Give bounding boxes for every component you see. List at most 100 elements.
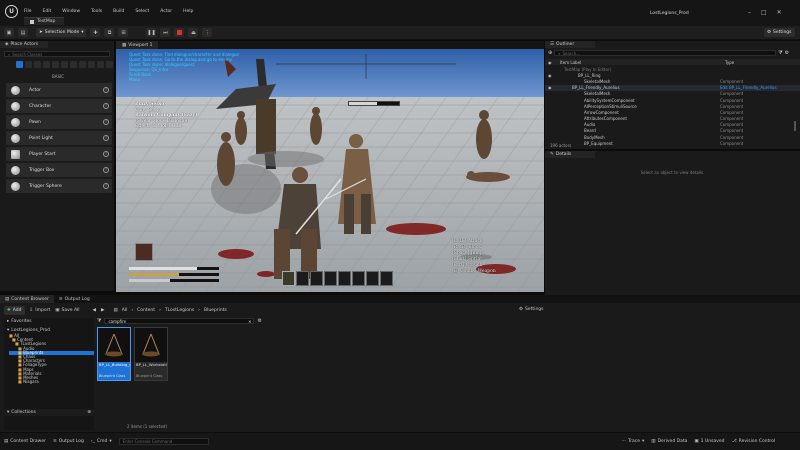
all-classes-category-icon[interactable]	[79, 61, 86, 68]
menu-window[interactable]: Window	[62, 9, 80, 14]
visual-effects-category-icon[interactable]	[52, 61, 59, 68]
outliner-settings-icon[interactable]: ⚙	[785, 50, 789, 56]
type-column[interactable]: Type	[725, 60, 734, 65]
place-pawn-item[interactable]: Pawn ?	[6, 115, 112, 129]
help-icon[interactable]: ?	[103, 87, 109, 93]
outliner-search-input[interactable]: ⌕ Search...	[554, 50, 777, 56]
maximize-icon[interactable]: □	[761, 9, 767, 16]
eye-icon[interactable]: ◉	[545, 73, 560, 78]
add-button[interactable]: ✚ Add	[4, 306, 25, 315]
cinematics-icon[interactable]: ⊞	[118, 28, 129, 37]
volumes-category-icon[interactable]	[70, 61, 77, 68]
outliner-row-selected[interactable]: ◉ BP_LL_Friendly_Aurelius Edit BP_LL_Frien…	[545, 84, 800, 91]
filter-icon[interactable]: ⧩	[97, 318, 101, 324]
save-icon[interactable]: ▣	[4, 28, 14, 37]
custom-category-icon[interactable]	[106, 61, 113, 68]
place-actor-item[interactable]: Actor ?	[6, 83, 112, 97]
menu-select[interactable]: Select	[135, 9, 149, 14]
breadcrumb-item[interactable]: All	[122, 308, 128, 313]
item-label-column[interactable]: Item Label	[560, 60, 725, 65]
forward-arrow-icon[interactable]: ▶	[101, 308, 104, 313]
place-trigger-box-item[interactable]: Trigger Box ?	[6, 163, 112, 177]
help-icon[interactable]: ?	[103, 119, 109, 125]
filter-icon[interactable]: ⧩	[778, 50, 782, 56]
favorites-header[interactable]: ▸ Favorites	[4, 318, 94, 325]
add-actor-icon[interactable]: ✚	[90, 28, 101, 37]
trace-button[interactable]: ⋯ Trace ▾	[622, 439, 645, 444]
content-browser-tab[interactable]: ▤ Content Browser	[0, 295, 54, 303]
eject-icon[interactable]: ⏏	[188, 28, 199, 37]
breadcrumb-item[interactable]: Blueprints	[204, 308, 227, 313]
selection-mode-button[interactable]: ➤ Selection Mode ▾	[36, 28, 87, 37]
content-settings-button[interactable]: ⚙ Settings	[519, 307, 544, 312]
ability-slot[interactable]	[310, 271, 323, 286]
content-drawer-button[interactable]: ▤ Content Drawer	[4, 439, 46, 444]
derived-data-button[interactable]: ▥ Derived Data	[651, 439, 687, 444]
revision-control-button[interactable]: ⎇ Revision Control	[731, 439, 775, 444]
pause-icon[interactable]: ❚❚	[146, 28, 157, 37]
help-icon[interactable]: ?	[103, 167, 109, 173]
output-log-button[interactable]: ≡ Output Log	[53, 439, 84, 444]
outliner-scrollbar[interactable]	[794, 121, 796, 131]
back-arrow-icon[interactable]: ◀	[93, 308, 96, 313]
close-icon[interactable]: ✕	[777, 9, 782, 16]
game-viewport[interactable]: Quest Task done: Find dialogue/character…	[116, 49, 544, 292]
ability-slot[interactable]	[296, 271, 309, 286]
more-category-icon[interactable]	[88, 61, 95, 68]
collections-header[interactable]: ▾ Collections ⊕	[4, 409, 94, 416]
more-options-icon[interactable]: ⋮	[202, 28, 213, 37]
search-options-icon[interactable]: ⚙	[257, 318, 261, 324]
outliner-tab[interactable]: ☰ Outliner	[545, 41, 595, 48]
ability-slot[interactable]	[366, 271, 379, 286]
add-filter-icon[interactable]: ⊕	[548, 50, 552, 56]
eye-icon[interactable]: ◉	[545, 85, 560, 90]
ability-slot[interactable]	[380, 271, 393, 286]
blueprint-icon[interactable]: ⧉	[104, 28, 115, 37]
minimize-icon[interactable]: –	[748, 9, 751, 16]
details-tab[interactable]: ✎ Details	[545, 151, 595, 158]
ability-slot[interactable]	[282, 271, 295, 286]
ability-slot[interactable]	[324, 271, 337, 286]
level-tab[interactable]: TestMap	[24, 17, 64, 25]
outliner-row[interactable]: BP_Equipment Component	[545, 140, 800, 146]
import-button[interactable]: ⇩ Import	[30, 308, 51, 313]
menu-actor[interactable]: Actor	[160, 9, 172, 14]
asset-tile-selected[interactable]: BP_LL_Building_Campfire Blueprint Class	[97, 327, 131, 381]
folder-icon[interactable]: ▤	[18, 28, 28, 37]
ability-slot[interactable]	[352, 271, 365, 286]
breadcrumb-item[interactable]: Content	[137, 308, 155, 313]
menu-edit[interactable]: Edit	[43, 9, 52, 14]
shapes-category-icon[interactable]	[34, 61, 41, 68]
menu-build[interactable]: Build	[113, 9, 124, 14]
settings-button[interactable]: ⚙ Settings	[764, 28, 795, 37]
unreal-logo-icon[interactable]: U	[5, 5, 18, 18]
stop-icon[interactable]	[174, 28, 185, 37]
lights-category-icon[interactable]	[25, 61, 32, 68]
help-icon[interactable]: ?	[103, 135, 109, 141]
class-search-input[interactable]: ⌕ Search Classes	[4, 51, 110, 57]
breadcrumb-item[interactable]: TLostLegions	[165, 308, 194, 313]
place-player-start-item[interactable]: Player Start ?	[6, 147, 112, 161]
place-character-item[interactable]: Character ?	[6, 99, 112, 113]
place-trigger-sphere-item[interactable]: Trigger Sphere ?	[6, 179, 112, 193]
menu-tools[interactable]: Tools	[91, 9, 102, 14]
extra-category-icon[interactable]	[97, 61, 104, 68]
menu-file[interactable]: File	[24, 9, 32, 14]
save-all-button[interactable]: ▣ Save All	[55, 308, 79, 313]
asset-tile[interactable]: BP_LL_Workstation_Campfire Blueprint Cla…	[134, 327, 168, 381]
console-command-input[interactable]: Enter Console Command	[118, 438, 209, 445]
place-point-light-item[interactable]: Point Light ?	[6, 131, 112, 145]
ability-slot[interactable]	[338, 271, 351, 286]
help-icon[interactable]: ?	[103, 151, 109, 157]
help-icon[interactable]: ?	[103, 183, 109, 189]
viewport-tab[interactable]: ▦ Viewport 1	[116, 41, 159, 49]
cinematic-category-icon[interactable]	[43, 61, 50, 68]
asset-search-input[interactable]: campfire ✕	[104, 318, 255, 324]
cmd-dropdown[interactable]: ›_ Cmd ▾	[91, 439, 112, 444]
basic-category-icon[interactable]	[16, 61, 23, 68]
edit-blueprint-link[interactable]: Edit BP_LL_Friendly_Aurelius	[720, 85, 777, 90]
tree-folder[interactable]: ■ Niagara	[9, 380, 94, 384]
place-actors-tab[interactable]: ◈ Place Actors	[0, 41, 48, 48]
step-icon[interactable]: ⏭	[160, 28, 171, 37]
add-collection-icon[interactable]: ⊕	[87, 410, 91, 415]
